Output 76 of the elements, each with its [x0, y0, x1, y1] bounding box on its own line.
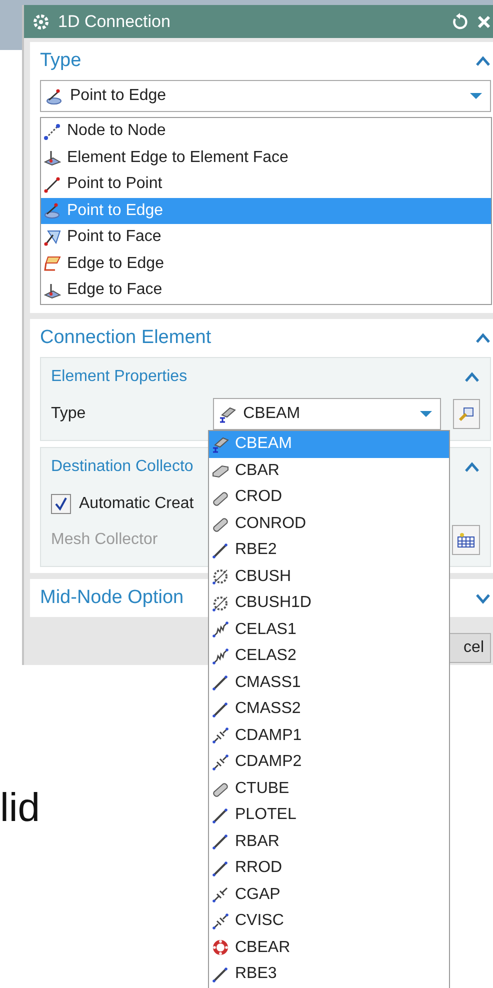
dropdown-option[interactable]: RBE3 — [209, 961, 449, 988]
dropdown-option[interactable]: CBAR — [209, 458, 449, 484]
subsection-title: Destination Collecto — [51, 458, 194, 476]
edge-icon — [43, 201, 62, 220]
dropdown-option[interactable]: Point to Point — [41, 171, 491, 198]
damper-icon — [211, 726, 230, 746]
caret-icon — [420, 411, 432, 417]
beam-icon — [211, 434, 230, 454]
dropdown-option[interactable]: PLOTEL — [209, 802, 449, 828]
dropdown-option[interactable]: CTUBE — [209, 776, 449, 802]
dropdown-option[interactable]: CGAP — [209, 882, 449, 908]
dropdown-option[interactable]: CBUSH1D — [209, 590, 449, 616]
dropdown-option[interactable]: CELAS2 — [209, 643, 449, 670]
dropdown-option[interactable]: CDAMP2 — [209, 749, 449, 776]
expand-icon[interactable] — [475, 592, 491, 604]
reset-icon[interactable] — [451, 12, 469, 30]
dropdown-option[interactable]: RBAR — [209, 828, 449, 855]
damper-icon — [211, 912, 230, 931]
line-icon — [211, 832, 230, 852]
properties-button[interactable] — [452, 399, 480, 429]
caret-icon — [470, 93, 482, 99]
collapse-icon[interactable] — [464, 461, 480, 473]
face-icon — [43, 148, 62, 168]
line-icon — [211, 964, 230, 984]
dropdown-option[interactable]: CONROD — [209, 510, 449, 537]
field-label: Type — [51, 405, 87, 423]
collapse-icon[interactable] — [464, 371, 480, 383]
gap-icon — [211, 885, 230, 904]
edge-icon — [43, 254, 62, 274]
dropdown-option[interactable]: CVISC — [209, 908, 449, 934]
dropdown-option[interactable]: Point to Face — [41, 224, 491, 250]
wrench-icon — [458, 406, 474, 422]
dropdown-option[interactable]: Edge to Edge — [41, 250, 491, 277]
dropdown-option[interactable]: CROD — [209, 484, 449, 510]
checkbox-label: Automatic Creat — [79, 495, 194, 513]
section-title: Mid-Node Option — [40, 587, 184, 609]
dropdown-option[interactable]: CMASS2 — [209, 696, 449, 722]
dropdown-option[interactable]: Node to Node — [41, 118, 491, 144]
line-icon — [211, 858, 230, 878]
section-title: Type — [40, 50, 82, 72]
cancel-button[interactable]: cel — [449, 633, 491, 663]
dropdown-option[interactable]: CBEAR — [209, 934, 449, 961]
close-icon[interactable] — [477, 14, 491, 28]
face-icon — [43, 228, 62, 247]
collapse-icon[interactable] — [475, 55, 491, 67]
edge-icon — [45, 86, 64, 106]
line-icon — [211, 806, 230, 825]
dropdown-option[interactable]: RBE2 — [209, 537, 449, 564]
subsection-title: Element Properties — [51, 368, 188, 386]
type-dropdown[interactable]: Point to Edge — [40, 80, 491, 112]
slide-text: lid — [0, 786, 40, 831]
field-label: Mesh Collector — [51, 531, 159, 549]
line-icon — [211, 700, 230, 719]
beam-icon — [218, 404, 238, 424]
dropdown-option[interactable]: CBUSH — [209, 564, 449, 590]
bearing-icon — [211, 938, 230, 958]
check-icon — [54, 497, 68, 511]
node-line-icon — [43, 122, 62, 141]
element-type-dropdown[interactable]: CBEAM — [213, 398, 441, 430]
window-title: 1D Connection — [58, 12, 172, 32]
line-icon — [211, 673, 230, 692]
table-icon — [457, 532, 475, 548]
dropdown-option[interactable]: CELAS1 — [209, 616, 449, 643]
dropdown-option[interactable]: RROD — [209, 855, 449, 882]
dropdown-option[interactable]: CDAMP1 — [209, 722, 449, 749]
dropdown-option[interactable]: Element Edge to Element Face — [41, 144, 491, 171]
gear-icon — [32, 12, 50, 30]
dropdown-option[interactable]: CMASS1 — [209, 670, 449, 696]
line-icon — [211, 540, 230, 560]
damper-icon — [211, 752, 230, 772]
section-title: Connection Element — [40, 327, 212, 349]
collector-button[interactable] — [452, 525, 480, 555]
line-icon — [43, 174, 62, 194]
collapse-icon[interactable] — [475, 332, 491, 344]
checkbox[interactable] — [51, 494, 71, 514]
dropdown-option[interactable]: Edge to Face — [41, 277, 491, 304]
